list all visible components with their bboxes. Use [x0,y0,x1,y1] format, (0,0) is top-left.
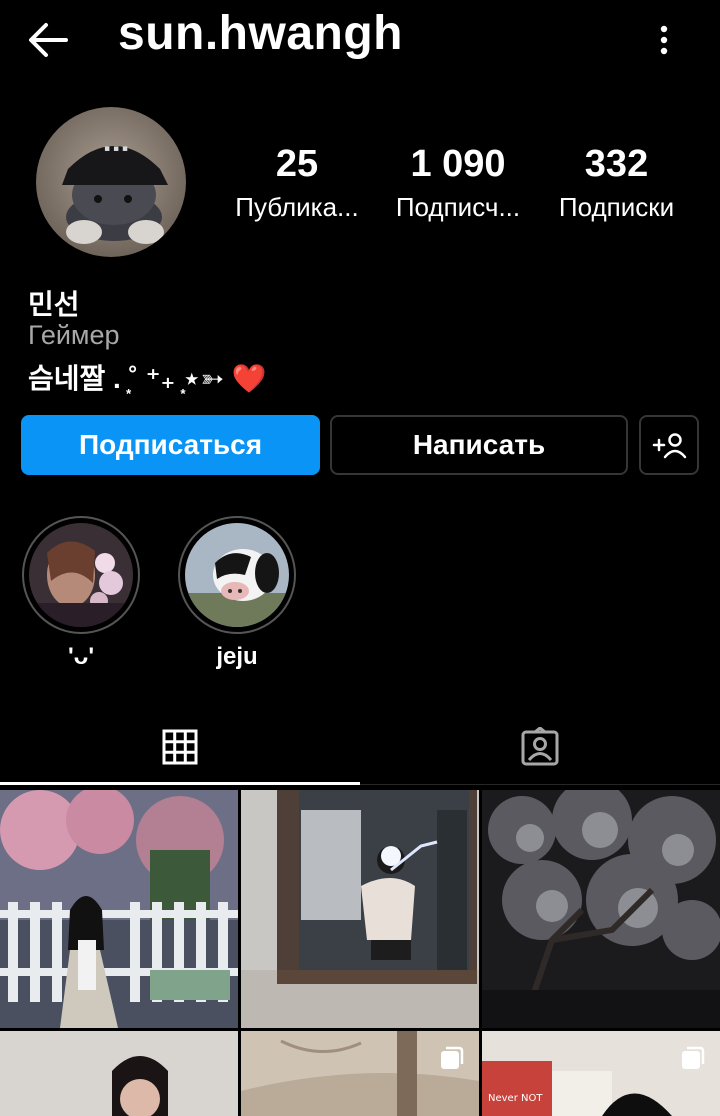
profile-username: sun.hwangh [118,7,403,60]
heart-emoji: ❤️ [231,363,267,394]
post-thumbnail[interactable] [0,1031,238,1116]
arrow-left-icon [29,23,68,57]
post-thumbnail[interactable] [241,790,479,1028]
stat-followers-value: 1 090 [410,143,506,185]
suggested-users-button[interactable] [639,415,699,475]
profile-category: Геймер [28,320,120,350]
more-vertical-icon [660,25,668,55]
svg-text:▪ ▪ ▪: ▪ ▪ ▪ [104,144,128,154]
multiple-photos-icon [441,1046,464,1069]
profile-bio: 슴네짤 . ͙˚ ⁺₊ ͙⋆➳ ❤️ [28,357,267,397]
profile-display-name: 민선 [28,289,80,320]
tagged-icon [521,727,559,766]
post-thumbnail[interactable] [241,1031,479,1116]
stat-posts-value: 25 [275,143,319,185]
bio-text: 슴네짤 . ͙˚ ⁺₊ ͙⋆➳ [28,363,232,394]
stat-followers-label: Подписч... [395,192,521,222]
more-options-button[interactable] [650,18,678,62]
message-button[interactable]: Написать [330,415,628,475]
grid-icon [162,729,198,765]
story-highlight[interactable] [178,516,296,634]
add-person-icon [652,433,687,459]
stat-posts-label: Публика... [235,192,359,222]
tab-tagged[interactable] [360,712,720,782]
stat-following-value: 332 [584,143,649,185]
post-text: Never NOT [488,1093,543,1104]
back-button[interactable] [22,14,74,66]
multiple-photos-icon [682,1046,705,1069]
tab-posts-grid[interactable] [0,712,360,782]
stat-posts[interactable]: 25 Публика... [222,140,372,226]
follow-button[interactable]: Подписаться [21,415,320,475]
highlight-label: jeju [216,643,258,670]
highlight-label: 'ᴗ' [67,643,95,670]
post-thumbnail[interactable]: Never NOT [482,1031,720,1116]
stat-following-label: Подписки [558,192,675,222]
tab-active-indicator [0,782,360,785]
stat-followers[interactable]: 1 090 Подписч... [382,140,534,226]
stat-following[interactable]: 332 Подписки [543,140,690,226]
post-thumbnail[interactable] [0,790,238,1028]
story-highlight[interactable] [22,516,140,634]
profile-avatar[interactable]: ▪ ▪ ▪ [36,107,186,257]
post-thumbnail[interactable] [482,790,720,1028]
